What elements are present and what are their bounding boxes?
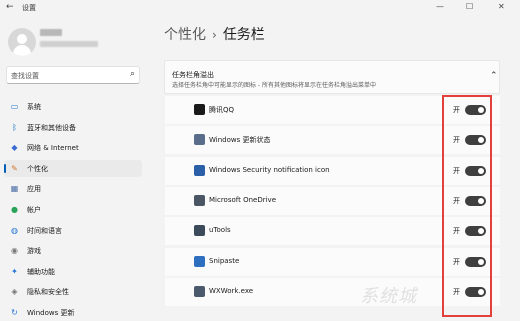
windows-update-icon (194, 134, 205, 146)
sidebar-item-9[interactable]: ◈ 隐私和安全性 (4, 283, 142, 300)
sidebar-item-label: 帐户 (27, 206, 41, 214)
avatar-body (13, 45, 31, 56)
breadcrumb-parent[interactable]: 个性化 (164, 27, 206, 43)
qq-icon (194, 104, 205, 115)
maximize-button[interactable]: ☐ (466, 2, 473, 11)
breadcrumb-separator: › (212, 28, 217, 42)
apps-icon: ▦ (10, 184, 19, 194)
page-title: 任务栏 (222, 27, 265, 43)
sidebar-item-label: 游戏 (27, 247, 41, 256)
app-name: Snipaste (209, 256, 240, 265)
monitor-icon: ▭ (10, 102, 19, 111)
sidebar-item-label: 系统 (27, 103, 41, 111)
section-description: 选择任务栏角中可能显示的图标 - 所有其他图标将显示在任务栏角溢出菜单中 (172, 82, 376, 89)
onedrive-icon (194, 194, 205, 206)
breadcrumb: 个性化 › 任务栏 (164, 24, 265, 44)
sidebar-item-4[interactable]: ▦ 应用 (4, 180, 142, 197)
sidebar-item-label: 应用 (27, 185, 41, 194)
sidebar-item-label: 个性化 (27, 164, 48, 173)
chevron-up-icon[interactable]: ⌃ (490, 71, 498, 81)
sidebar-item-6[interactable]: ◍ 时间和语言 (4, 222, 142, 239)
utools-icon (194, 225, 205, 237)
window-title: 设置 (22, 4, 36, 12)
wxwork-icon (194, 285, 205, 297)
gamepad-icon: ◉ (11, 246, 18, 256)
sidebar-item-label: 蓝牙和其他设备 (27, 123, 76, 132)
sidebar-item-10[interactable]: ↻ Windows 更新 (4, 304, 142, 321)
person-icon: ● (11, 205, 18, 214)
user-name-redacted (40, 29, 62, 36)
app-name: WXWork.exe (209, 286, 254, 295)
sidebar-item-label: 网络 & Internet (27, 144, 79, 153)
user-email-redacted (40, 41, 98, 47)
section-title: 任务栏角溢出 (172, 71, 214, 79)
app-name: uTools (209, 226, 231, 235)
search-placeholder: 查找设置 (11, 72, 39, 80)
app-name: Microsoft OneDrive (209, 195, 276, 204)
accessibility-icon: ✦ (11, 266, 18, 276)
sidebar-item-5[interactable]: ● 帐户 (4, 201, 142, 218)
close-button[interactable]: ✕ (498, 2, 505, 11)
search-icon: ⌕ (129, 69, 135, 79)
sidebar-item-2[interactable]: ◆ 网络 & Internet (4, 139, 142, 156)
shield-icon: ◈ (11, 287, 18, 297)
wifi-icon: ◆ (11, 143, 18, 153)
sidebar-item-label: Windows 更新 (27, 309, 75, 317)
update-icon: ↻ (11, 308, 18, 317)
title-bar: ← 设置 — ☐ ✕ (0, 0, 520, 14)
toggle-highlight-box (442, 95, 492, 317)
sidebar-item-1[interactable]: ᛒ 蓝牙和其他设备 (4, 119, 142, 136)
watermark: 系统城 (360, 286, 417, 307)
active-indicator (4, 163, 6, 173)
avatar[interactable] (8, 28, 36, 56)
sidebar-item-label: 时间和语言 (27, 226, 62, 235)
back-arrow-icon[interactable]: ← (6, 2, 14, 12)
sidebar-item-3[interactable]: ✎ 个性化 (4, 159, 142, 177)
sidebar-item-8[interactable]: ✦ 辅助功能 (4, 263, 142, 280)
globe-clock-icon: ◍ (11, 225, 18, 235)
avatar-head (17, 34, 27, 44)
sidebar-item-label: 隐私和安全性 (27, 288, 69, 297)
search-input[interactable]: 查找设置 ⌕ (6, 66, 140, 84)
bluetooth-icon: ᛒ (12, 122, 17, 132)
sidebar-item-label: 辅助功能 (27, 267, 55, 276)
security-shield-icon (194, 164, 205, 176)
app-name: 腾讯QQ (209, 106, 235, 114)
app-name: Windows 更新状态 (209, 136, 271, 145)
sidebar-item-7[interactable]: ◉ 游戏 (4, 242, 142, 259)
sidebar-item-0[interactable]: ▭ 系统 (4, 98, 142, 115)
snipaste-icon (194, 255, 205, 267)
minimize-button[interactable]: — (436, 2, 444, 11)
pencil-icon: ✎ (11, 163, 18, 173)
app-name: Windows Security notification icon (209, 165, 330, 174)
